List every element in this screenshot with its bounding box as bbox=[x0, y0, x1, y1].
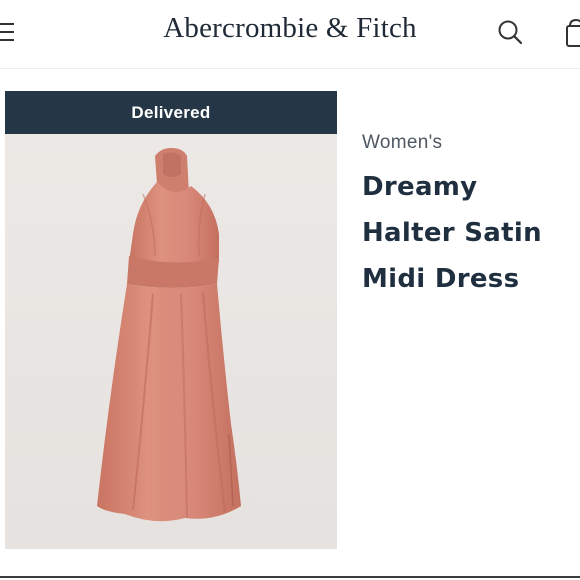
site-header: Abercrombie & Fitch bbox=[0, 0, 580, 69]
bottom-divider bbox=[0, 576, 580, 578]
product-page: Abercrombie & Fitch Delivered Women's Dr… bbox=[0, 0, 580, 580]
product-title-line: Midi Dress bbox=[362, 264, 520, 294]
product-title-line: Halter Satin bbox=[362, 218, 542, 248]
product-title-line: Dreamy bbox=[362, 172, 478, 202]
product-photo[interactable] bbox=[5, 134, 337, 549]
shopping-bag-icon[interactable] bbox=[566, 16, 580, 48]
product-image-card[interactable]: Delivered bbox=[5, 91, 337, 549]
product-gender: Women's bbox=[362, 132, 443, 153]
brand-logo[interactable]: Abercrombie & Fitch bbox=[0, 12, 580, 45]
delivered-banner: Delivered bbox=[5, 91, 337, 134]
dress-illustration bbox=[97, 148, 241, 522]
product-title: Dreamy Halter Satin Midi Dress bbox=[362, 164, 572, 302]
search-icon[interactable] bbox=[496, 18, 524, 46]
